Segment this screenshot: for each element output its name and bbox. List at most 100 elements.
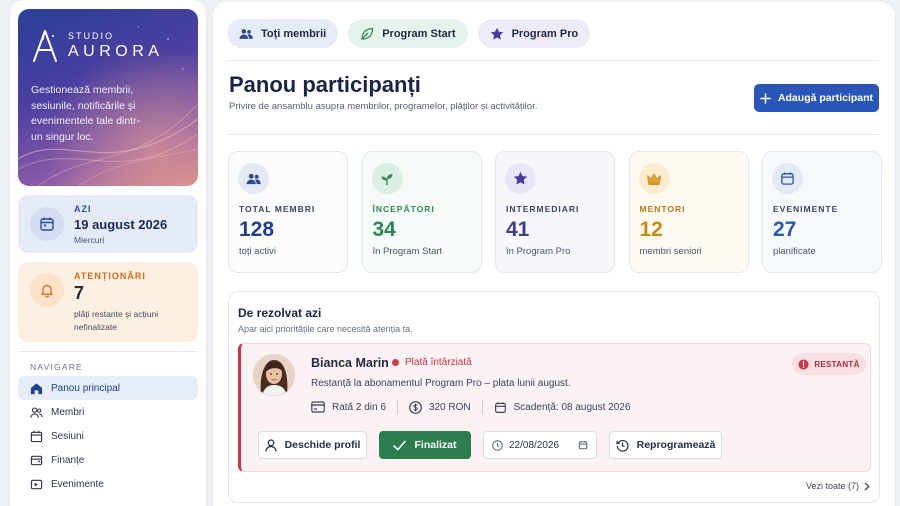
page-title: Panou participanți bbox=[229, 72, 421, 97]
tab-label: Program Start bbox=[382, 27, 456, 40]
nav-item-members[interactable]: Membri bbox=[18, 400, 198, 424]
stat-note: membri seniori bbox=[639, 246, 702, 257]
todo-panel: De rezolvat azi Apar aici prioritățile c… bbox=[228, 291, 880, 503]
stat-label: INTERMEDIARI bbox=[506, 204, 580, 214]
overdue-badge-label: RESTANTĂ bbox=[814, 359, 860, 369]
amount-info: 320 RON bbox=[409, 400, 471, 414]
stat-value: 41 bbox=[506, 218, 530, 241]
nav-item-dashboard[interactable]: Panou principal bbox=[18, 376, 198, 400]
stat-note: în Program Start bbox=[372, 246, 443, 257]
brand-studio-label: STUDIO bbox=[68, 31, 115, 41]
meta-separator bbox=[396, 400, 398, 414]
task-meta: Rată 2 din 6 320 RON Scadență: 08 august… bbox=[311, 399, 630, 415]
sprout-icon bbox=[371, 163, 403, 194]
due-date-label: Scadență: 08 august 2026 bbox=[513, 401, 631, 413]
stat-card-events[interactable]: EVENIMENTE 27 planificate bbox=[762, 151, 882, 273]
crown-icon bbox=[638, 163, 670, 194]
tab-label: Toți membrii bbox=[261, 27, 327, 40]
todo-title: De rezolvat azi bbox=[238, 306, 322, 320]
brand-banner: STUDIO AURORA Gestionează membrii, sesiu… bbox=[18, 9, 198, 186]
header-divider bbox=[227, 134, 879, 135]
stat-card-total-members[interactable]: TOTAL MEMBRI 128 toți activi bbox=[228, 151, 348, 273]
chevron-right-icon bbox=[864, 482, 870, 490]
dollar-circle-icon bbox=[409, 400, 422, 414]
calendar-picker-icon[interactable] bbox=[578, 440, 588, 450]
user-icon bbox=[264, 438, 277, 452]
clock-icon bbox=[492, 439, 503, 451]
date-input-value: 22/08/2026 bbox=[509, 439, 560, 451]
alerts-label: ATENȚIONĂRI bbox=[74, 271, 146, 281]
stats-row: TOTAL MEMBRI 128 toți activi ÎNCEPĂTORI … bbox=[228, 151, 896, 273]
today-card: AZI 19 august 2026 Miercuri bbox=[18, 195, 198, 253]
tabs-divider bbox=[227, 60, 879, 61]
leaf-icon bbox=[361, 27, 374, 40]
nav-item-label: Finanțe bbox=[51, 454, 85, 466]
add-participant-button[interactable]: Adaugă participant bbox=[754, 84, 879, 112]
main-panel: Toți membrii Program Start Program Pro P… bbox=[213, 2, 895, 506]
stat-note: în Program Pro bbox=[506, 246, 571, 257]
alerts-note: plăți restante și acțiuni nefinalizate bbox=[74, 309, 159, 332]
task-card: Bianca Marin Plată întârziată RESTANTĂ R… bbox=[238, 343, 871, 472]
mark-done-label: Finalizat bbox=[414, 439, 457, 451]
payment-status: Plată întârziată bbox=[392, 357, 472, 368]
open-profile-label: Deschide profil bbox=[284, 439, 361, 451]
today-weekday: Miercuri bbox=[74, 234, 105, 245]
ticket-icon bbox=[30, 479, 43, 489]
check-icon bbox=[393, 440, 407, 450]
stat-card-beginners[interactable]: ÎNCEPĂTORI 34 în Program Start bbox=[361, 151, 482, 273]
mark-done-button[interactable]: Finalizat bbox=[379, 431, 471, 459]
overdue-badge: RESTANTĂ bbox=[792, 353, 866, 375]
bell-icon bbox=[30, 273, 64, 307]
avatar bbox=[253, 354, 295, 396]
nav-item-events[interactable]: Evenimente bbox=[18, 472, 198, 496]
today-label: AZI bbox=[74, 203, 92, 214]
stat-value: 34 bbox=[372, 218, 396, 241]
tab-program-start[interactable]: Program Start bbox=[348, 19, 468, 48]
nav-item-finances[interactable]: Finanțe bbox=[18, 448, 198, 472]
tab-program-pro[interactable]: Program Pro bbox=[477, 19, 591, 48]
nav-item-label: Membri bbox=[51, 406, 85, 418]
calendar-icon bbox=[494, 401, 506, 413]
nav-item-label: Panou principal bbox=[51, 382, 120, 394]
star-icon bbox=[505, 163, 536, 194]
participant-name[interactable]: Bianca Marin bbox=[311, 356, 389, 370]
stat-label: ÎNCEPĂTORI bbox=[372, 204, 435, 214]
alert-circle-icon bbox=[798, 359, 809, 369]
reschedule-date-input[interactable]: 22/08/2026 bbox=[483, 431, 597, 459]
stat-card-mentors[interactable]: MENTORI 12 membri seniori bbox=[628, 151, 749, 273]
tab-all-members[interactable]: Toți membrii bbox=[227, 19, 339, 48]
see-all-link[interactable]: Vezi toate (7) bbox=[806, 481, 870, 491]
users-icon bbox=[239, 28, 253, 39]
nav-item-label: Sesiuni bbox=[51, 430, 84, 442]
today-date: 19 august 2026 bbox=[74, 216, 168, 232]
program-tabs: Toți membrii Program Start Program Pro bbox=[227, 19, 600, 48]
installment-info: Rată 2 din 6 bbox=[311, 401, 386, 413]
nav-title: NAVIGARE bbox=[30, 362, 83, 372]
stat-note: toți activi bbox=[239, 246, 276, 257]
stat-label: TOTAL MEMBRI bbox=[239, 204, 316, 214]
stat-value: 27 bbox=[773, 218, 797, 241]
history-clock-icon bbox=[616, 439, 629, 452]
sidebar: STUDIO AURORA Gestionează membrii, sesiu… bbox=[10, 0, 206, 506]
star-icon bbox=[490, 27, 503, 40]
tab-label: Program Pro bbox=[511, 27, 579, 40]
nav-divider bbox=[18, 351, 198, 352]
status-dot bbox=[392, 359, 399, 366]
due-date-info: Scadență: 08 august 2026 bbox=[494, 401, 631, 414]
stat-value: 128 bbox=[239, 218, 275, 241]
reschedule-button[interactable]: Reprogramează bbox=[609, 431, 722, 459]
home-icon bbox=[30, 382, 43, 394]
task-description: Restanță la abonamentul Program Pro – pl… bbox=[311, 378, 571, 389]
todo-subtitle: Apar aici prioritățile care necesită ate… bbox=[238, 324, 413, 334]
plus-icon bbox=[760, 92, 771, 104]
stat-card-intermediates[interactable]: INTERMEDIARI 41 în Program Pro bbox=[495, 151, 615, 273]
nav-item-sessions[interactable]: Sesiuni bbox=[18, 424, 198, 448]
meta-separator bbox=[481, 400, 483, 414]
calendar-icon bbox=[30, 430, 43, 442]
open-profile-button[interactable]: Deschide profil bbox=[258, 431, 367, 459]
stat-value: 12 bbox=[639, 218, 663, 241]
alerts-card[interactable]: ATENȚIONĂRI 7 plăți restante și acțiuni … bbox=[18, 262, 198, 342]
task-actions: Deschide profil Finalizat 22/08/2026 Rep… bbox=[258, 431, 734, 459]
add-participant-label: Adaugă participant bbox=[777, 92, 874, 104]
credit-card-icon bbox=[311, 401, 325, 413]
